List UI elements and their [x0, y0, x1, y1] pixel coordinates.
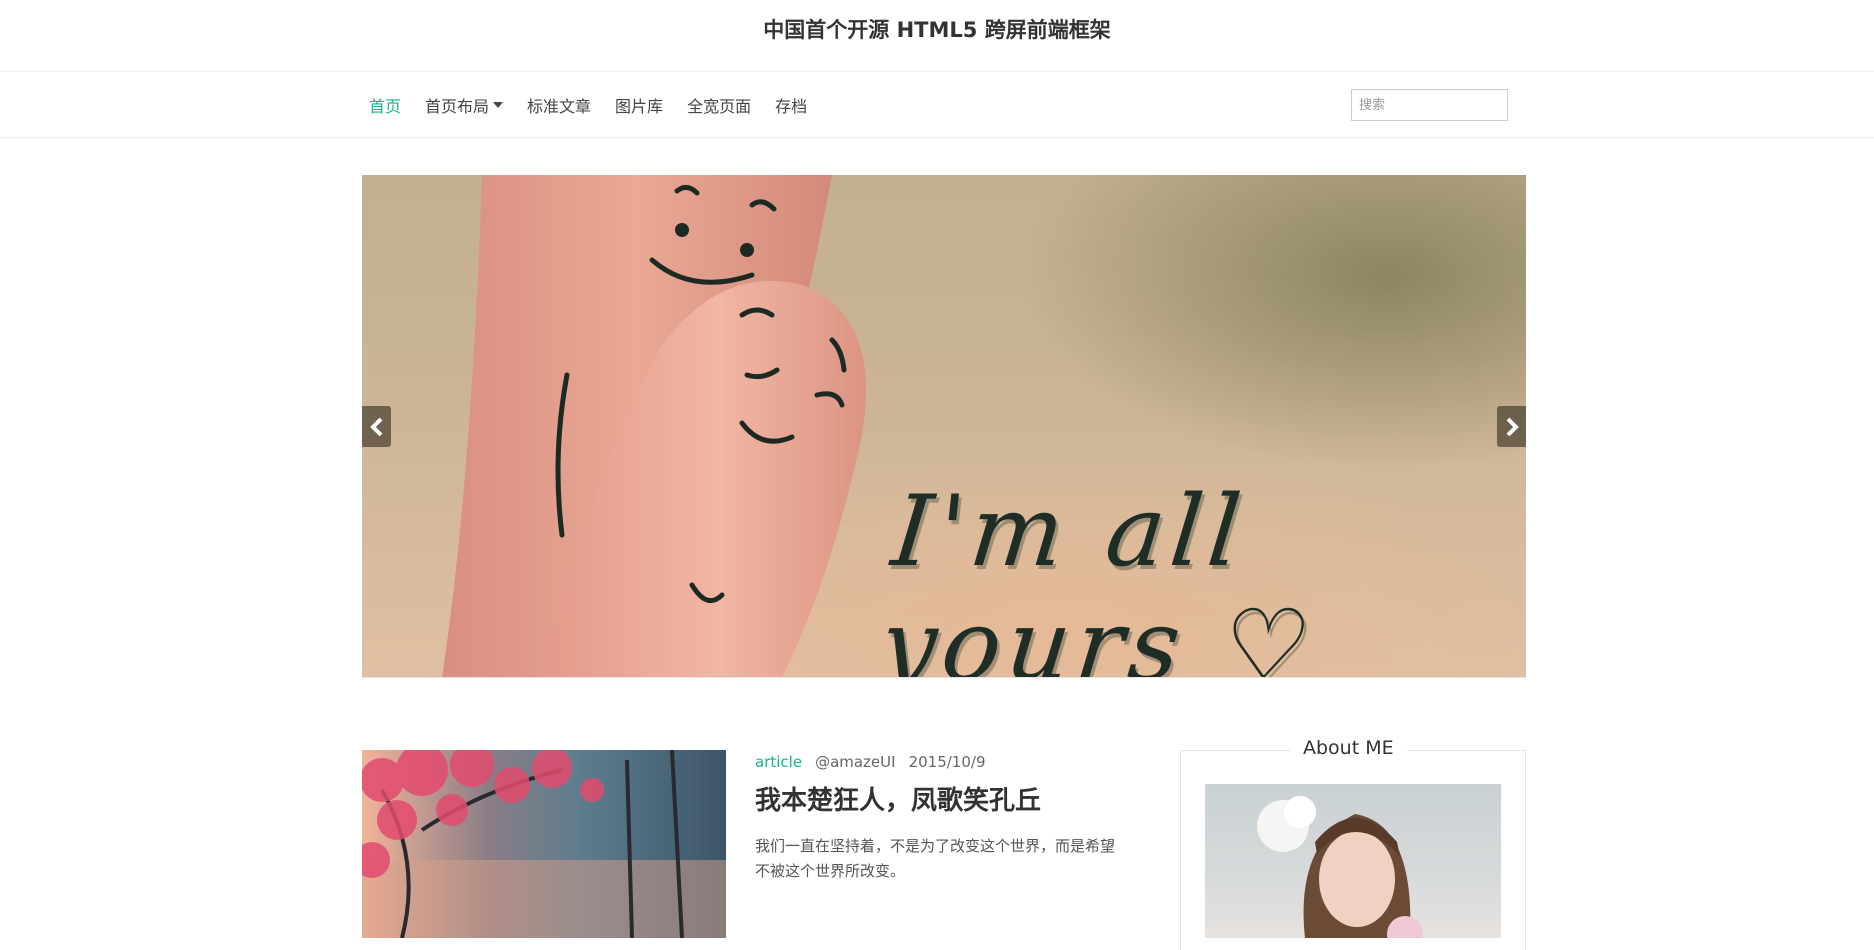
post-excerpt: 我们一直在坚持着，不是为了改变这个世界，而是希望不被这个世界所改变。	[755, 837, 1116, 880]
post-date: 2015/10/9	[908, 753, 986, 771]
nav-item-full-width[interactable]: 全宽页面	[687, 93, 751, 117]
about-photo-image	[1257, 796, 1423, 938]
about-photo	[1205, 784, 1501, 938]
post-thumbnail[interactable]	[362, 750, 726, 938]
post-meta: article @amazeUI 2015/10/9	[755, 753, 999, 771]
post-category-link[interactable]: article	[755, 753, 802, 771]
caret-down-icon	[493, 102, 504, 108]
nav-item-label: 全宽页面	[687, 97, 752, 116]
post-author[interactable]: @amazeUI	[815, 753, 896, 771]
search-input[interactable]	[1351, 89, 1508, 121]
nav-item-label: 标准文章	[527, 97, 592, 116]
nav-item-home[interactable]: 首页	[369, 93, 401, 117]
post-thumbnail-image	[362, 750, 726, 938]
about-title: About ME	[1290, 737, 1407, 759]
nav-list: 首页 首页布局 标准文章 图片库 全宽页面 存档	[369, 72, 831, 138]
nav-item-label: 存档	[775, 97, 808, 116]
nav-item-archive[interactable]: 存档	[775, 93, 807, 117]
slide-caption: I'm all yours ♡	[875, 475, 1323, 678]
nav-item-label: 首页布局	[425, 97, 490, 116]
slider-prev-button[interactable]	[362, 406, 391, 447]
nav-item-gallery[interactable]: 图片库	[615, 93, 663, 117]
chevron-right-icon	[1506, 417, 1519, 436]
nav-item-home-layout[interactable]: 首页布局	[425, 93, 504, 117]
nav-item-label: 首页	[369, 97, 402, 116]
slider-next-button[interactable]	[1497, 406, 1526, 447]
main-nav: 首页 首页布局 标准文章 图片库 全宽页面 存档	[0, 72, 1874, 138]
site-header: 中国首个开源 HTML5 跨屏前端框架	[0, 0, 1874, 72]
post-title[interactable]: 我本楚狂人，凤歌笑孔丘	[755, 780, 1041, 817]
nav-item-label: 图片库	[615, 97, 664, 116]
chevron-left-icon	[369, 417, 382, 436]
nav-item-standard-article[interactable]: 标准文章	[527, 93, 591, 117]
site-title[interactable]: 中国首个开源 HTML5 跨屏前端框架	[763, 14, 1110, 44]
image-slider[interactable]: I'm all yours ♡	[362, 175, 1526, 678]
